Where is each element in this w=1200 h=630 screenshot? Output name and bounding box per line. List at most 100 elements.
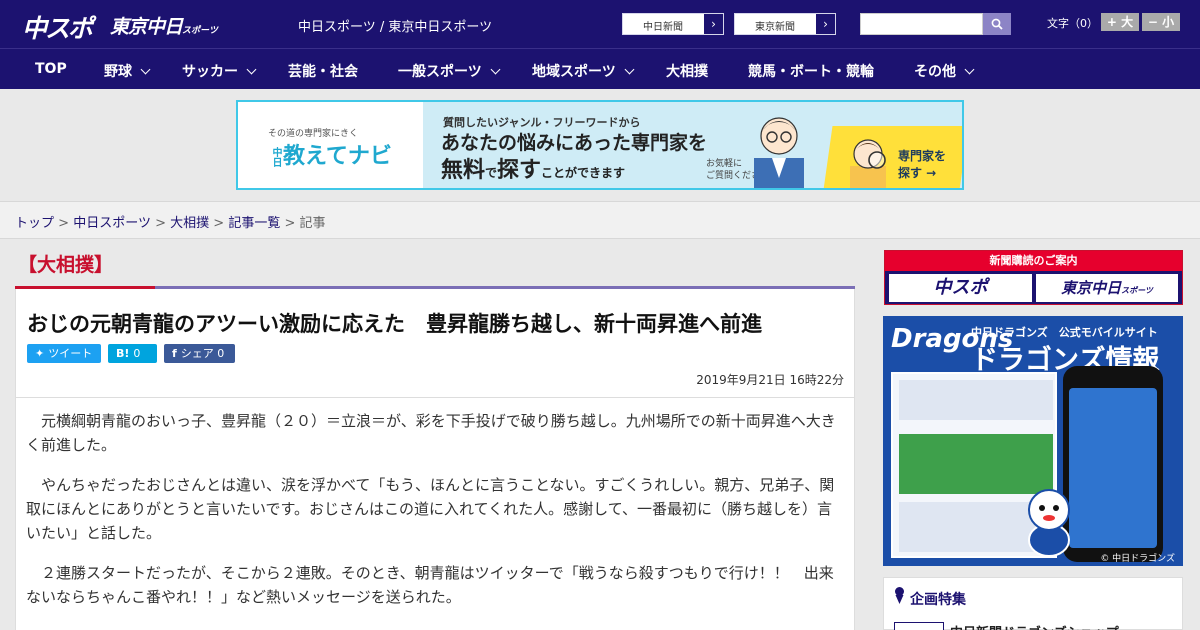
search-input[interactable] [860,13,983,35]
tokyo-shimbun-link[interactable]: 東京新聞 › [734,13,836,35]
nav-label: サッカー [182,64,238,80]
ad-free: 無料 [441,158,486,183]
tweet-button[interactable]: ✦ ツイート [27,344,101,363]
nav-item-soccer[interactable]: サッカー [182,61,257,81]
chevron-down-icon [246,64,257,75]
chunichi-shimbun-link[interactable]: 中日新聞 › [622,13,724,35]
article-paragraph: やんちゃだったおじさんとは違い、涙を浮かべて「もう、ほんとに言うことない。すごく… [26,476,835,542]
breadcrumb: トップ > 中日スポーツ > 大相撲 > 記事一覧 > 記事 [15,212,326,231]
oshiete-navi-banner-ad[interactable]: その道の専門家にきく 中日教えてナビ 質問したいジャンル・フリーワードから あな… [236,100,964,190]
chunichi-shimbun-label: 中日新聞 [643,22,683,33]
tokyo-logo-suffix: スポーツ [182,26,218,36]
nav-item-sumo[interactable]: 大相撲 [666,61,708,81]
article-divider [16,397,854,398]
article-category[interactable]: 【大相撲】 [18,250,113,277]
tokyo-chunichi-logo[interactable]: 東京中日スポーツ [110,12,218,39]
doala-mascot-icon [1028,489,1070,556]
breadcrumb-separator: > [213,216,225,231]
site-links[interactable]: 中日スポーツ / 東京中日スポーツ [298,16,492,35]
nav-item-other[interactable]: その他 [914,61,975,81]
consultant-illustration-icon [754,117,804,188]
nav-item-top[interactable]: TOP [35,61,67,77]
phone-image [1063,366,1163,562]
dragons-shop-thumbnail[interactable] [894,622,944,630]
scoreboard-table [899,380,1053,420]
breadcrumb-current: 記事 [299,216,326,231]
chevron-right-icon: › [815,14,835,34]
nav-label: 芸能・社会 [288,64,358,80]
ad-cta-button[interactable]: 専門家を探す → [898,148,946,182]
ad-brand-text: 教えてナビ [283,144,392,169]
ad-de: で [485,166,498,180]
article-paragraph: ２連勝スタートだったが、そこから２連敗。そのとき、朝青龍はツイッターで「戦うなら… [26,564,834,606]
dragons-copyright: © 中日ドラゴンズ [1100,554,1175,564]
dragons-mobile-ad[interactable]: Dragons 中日ドラゴンズ 公式モバイルサイト ドラゴンズ情報 © 中日ドラ… [883,316,1183,566]
ribbon-icon [895,587,904,604]
chevron-right-icon: › [703,14,723,34]
font-size-label: 文字（0） [1047,17,1098,30]
ad-line-3: 無料で探すことができます [441,152,625,184]
nav-label: 野球 [104,64,132,80]
tokyo-logo-text: 東京中日 [110,16,183,38]
tokyo-shimbun-label: 東京新聞 [755,22,795,33]
breadcrumb-separator: > [284,216,296,231]
ad-cta-2: 探す → [898,166,937,180]
subscribe-tokyo-chunichi[interactable]: 東京中日スポーツ [1036,274,1178,302]
subscribe-tokyo-suffix: スポーツ [1121,286,1153,295]
chunichi-sports-logo[interactable]: 中スポ [22,9,93,45]
subscription-box[interactable]: 新聞購読のご案内 中スポ 東京中日スポーツ [884,250,1183,305]
chevron-down-icon [964,64,975,75]
feature-title: 企画特集 [910,592,966,608]
ad-search: 探す [497,158,542,183]
breadcrumb-top[interactable]: トップ [15,216,54,231]
search-button[interactable] [983,13,1011,35]
breadcrumb-article-list[interactable]: 記事一覧 [228,216,280,231]
nav-label: TOP [35,61,67,77]
breadcrumb-chunichi-sports[interactable]: 中日スポーツ [73,216,151,231]
breadcrumb-bar: トップ > 中日スポーツ > 大相撲 > 記事一覧 > 記事 [0,201,1200,239]
nav-label: 大相撲 [666,64,708,80]
font-larger-button[interactable]: + 大 [1101,13,1139,31]
magnifier-person-icon [850,139,886,188]
article-date: 2019年9月21日 16時22分 [696,373,844,387]
nav-item-baseball[interactable]: 野球 [104,61,151,81]
article-paragraph: 元横綱朝青龍のおいっ子、豊昇龍（２０）＝立浪＝が、彩を下手投げで破り勝ち越し。九… [26,412,836,454]
breadcrumb-separator: > [58,216,70,231]
article-headline: おじの元朝青龍のアツーい激励に応えた 豊昇龍勝ち越し、新十両昇進へ前進 [27,312,762,336]
facebook-share-button[interactable]: f シェア 0 [164,344,235,363]
font-smaller-button[interactable]: − 小 [1142,13,1180,31]
tweet-label: ツイート [48,347,93,360]
chevron-down-icon [140,64,151,75]
ad-can: ことができます [541,166,626,180]
hatena-bookmark-button[interactable]: B! 0 [108,344,157,363]
feature-item-dragons-shop[interactable]: 中日新聞ドラゴンズショップ [950,622,1119,630]
phone-screen [1069,388,1157,548]
feature-section: 企画特集 中日新聞ドラゴンズショップ [883,577,1183,630]
nav-item-entertainment[interactable]: 芸能・社会 [288,61,358,81]
nav-item-local-sports[interactable]: 地域スポーツ [532,61,635,81]
search-icon [991,18,1003,30]
hatena-count: 0 [133,347,141,360]
nav-label: 一般スポーツ [398,64,482,80]
hatena-icon: B! [116,347,130,360]
nav-label: その他 [914,64,956,80]
twitter-icon: ✦ [35,347,45,360]
ad-cta-1: 専門家を [898,149,947,163]
facebook-icon: f [172,347,177,360]
subscribe-tokyo-text: 東京中日 [1061,279,1122,297]
main-nav: TOP 野球 サッカー 芸能・社会 一般スポーツ 地域スポーツ 大相撲 競馬・ボ… [0,48,1200,89]
subscription-title: 新聞購読のご案内 [885,251,1182,271]
breadcrumb-sumo[interactable]: 大相撲 [170,216,209,231]
nav-item-general-sports[interactable]: 一般スポーツ [398,61,501,81]
breadcrumb-separator: > [155,216,166,231]
site-header: 中スポ 東京中日スポーツ 中日スポーツ / 東京中日スポーツ 中日新聞 › 東京… [0,0,1200,48]
subscribe-chunichi-sports[interactable]: 中スポ [889,274,1032,302]
facebook-label: シェア [180,347,214,360]
chevron-down-icon [624,64,635,75]
chevron-down-icon [490,64,501,75]
ad-line-2: あなたの悩みにあった専門家を [441,132,708,154]
nav-item-racing[interactable]: 競馬・ボート・競輪 [748,61,874,81]
ad-brand-prefix: 中日 [270,147,281,167]
article-body: おじの元朝青龍のアツーい激励に応えた 豊昇龍勝ち越し、新十両昇進へ前進 ✦ ツイー… [15,289,855,630]
nav-label: 地域スポーツ [532,64,616,80]
